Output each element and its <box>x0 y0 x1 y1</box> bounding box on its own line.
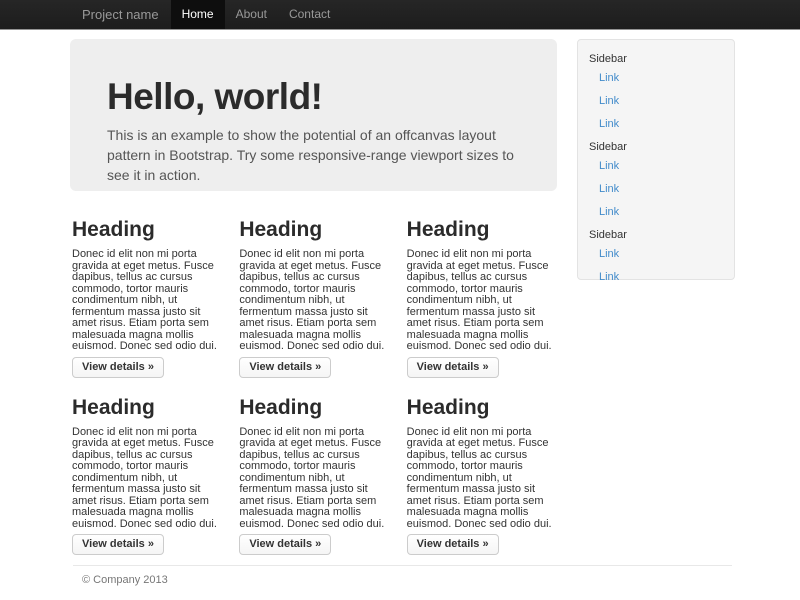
card-body-text: Donec id elit non mi porta gravida at eg… <box>407 427 557 531</box>
sidebar-link[interactable]: Link <box>578 206 734 218</box>
sidebar-link[interactable]: Link <box>578 118 734 130</box>
card-2: Heading Donec id elit non mi porta gravi… <box>239 191 389 378</box>
view-details-button[interactable]: View details » <box>407 357 499 378</box>
sidebar-link[interactable]: Link <box>578 160 734 172</box>
navbar-brand[interactable]: Project name <box>70 0 171 29</box>
view-details-button[interactable]: View details » <box>72 357 164 378</box>
sidebar-link[interactable]: Link <box>578 248 734 260</box>
page-footer: © Company 2013 <box>70 565 735 586</box>
card-heading: Heading <box>407 395 557 421</box>
sidebar-heading-3: Sidebar <box>578 229 734 241</box>
card-heading: Heading <box>239 217 389 243</box>
page-container: Hello, world! This is an example to show… <box>70 29 735 586</box>
card-3: Heading Donec id elit non mi porta gravi… <box>407 191 557 378</box>
sidebar-heading-1: Sidebar <box>578 53 734 65</box>
jumbotron: Hello, world! This is an example to show… <box>70 39 557 191</box>
view-details-button[interactable]: View details » <box>407 534 499 555</box>
main-content: Hello, world! This is an example to show… <box>70 39 557 555</box>
card-heading: Heading <box>407 217 557 243</box>
view-details-button[interactable]: View details » <box>239 534 331 555</box>
jumbotron-description: This is an example to show the potential… <box>107 125 520 185</box>
footer-divider <box>73 565 732 566</box>
nav-item-contact[interactable]: Contact <box>278 0 341 29</box>
view-details-button[interactable]: View details » <box>239 357 331 378</box>
card-body-text: Donec id elit non mi porta gravida at eg… <box>239 427 389 531</box>
card-body-text: Donec id elit non mi porta gravida at eg… <box>239 249 389 353</box>
card-heading: Heading <box>239 395 389 421</box>
navbar: Project name Home About Contact <box>0 0 800 29</box>
sidebar-nav: Sidebar Link Link Link Sidebar Link Link… <box>578 53 734 283</box>
card-heading: Heading <box>72 395 222 421</box>
sidebar-link[interactable]: Link <box>578 72 734 84</box>
nav-item-about[interactable]: About <box>225 0 278 29</box>
card-row-1: Heading Donec id elit non mi porta gravi… <box>72 191 557 378</box>
card-row-2: Heading Donec id elit non mi porta gravi… <box>72 378 557 556</box>
nav-item-home[interactable]: Home <box>171 0 225 29</box>
card-heading: Heading <box>72 217 222 243</box>
card-4: Heading Donec id elit non mi porta gravi… <box>72 378 222 556</box>
card-body-text: Donec id elit non mi porta gravida at eg… <box>72 427 222 531</box>
navbar-menu: Home About Contact <box>171 0 342 29</box>
sidebar-well: Sidebar Link Link Link Sidebar Link Link… <box>577 39 735 280</box>
sidebar-link[interactable]: Link <box>578 183 734 195</box>
sidebar-link[interactable]: Link <box>578 95 734 107</box>
card-body-text: Donec id elit non mi porta gravida at eg… <box>407 249 557 353</box>
view-details-button[interactable]: View details » <box>72 534 164 555</box>
page-title: Hello, world! <box>107 75 520 119</box>
sidebar-heading-2: Sidebar <box>578 141 734 153</box>
sidebar-link[interactable]: Link <box>578 271 734 283</box>
card-1: Heading Donec id elit non mi porta gravi… <box>72 191 222 378</box>
card-5: Heading Donec id elit non mi porta gravi… <box>239 378 389 556</box>
card-6: Heading Donec id elit non mi porta gravi… <box>407 378 557 556</box>
card-body-text: Donec id elit non mi porta gravida at eg… <box>72 249 222 353</box>
copyright-text: © Company 2013 <box>70 574 735 586</box>
